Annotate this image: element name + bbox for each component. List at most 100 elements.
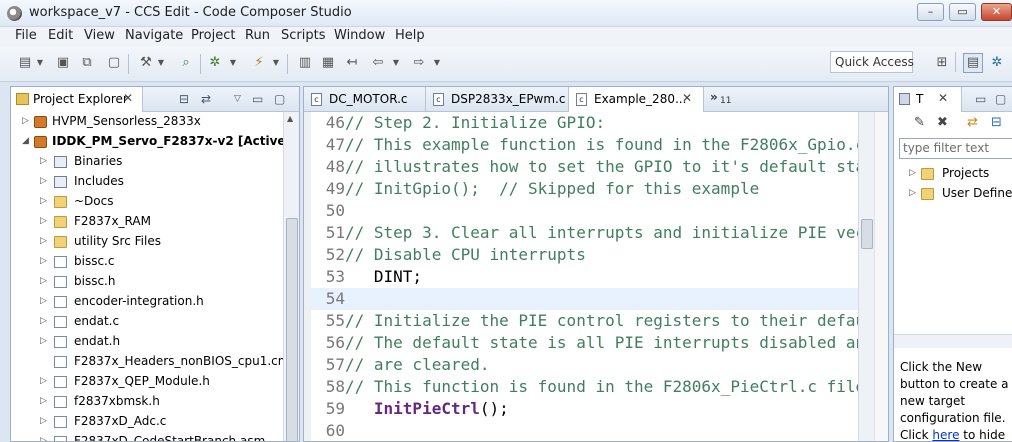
print-icon[interactable]: ▢ [106,55,122,71]
tab-example-280x[interactable]: c Example_280... ✕ [569,87,704,112]
scroll-up-icon[interactable]: ▲ [287,114,293,123]
tree-item[interactable]: ▷ F2837x_RAM [11,212,283,232]
twisty-icon[interactable]: ▷ [40,176,47,186]
minimize-view-icon[interactable]: ▭ [975,92,986,106]
tree-item[interactable]: ▷ ~Docs [11,192,283,212]
close-icon[interactable]: ✕ [682,91,692,105]
tree-item[interactable]: ▷ utility Src Files [11,232,283,252]
tab-overflow-icon[interactable]: » [710,90,718,104]
collapse-all-icon[interactable]: ⊟ [991,115,1002,130]
back-dropdown-icon[interactable]: ▼ [391,55,401,71]
flash-icon[interactable]: ⚡ [251,55,267,71]
help-link[interactable]: here [932,428,959,441]
menu-view[interactable]: View [84,28,115,43]
tab-project-explorer[interactable]: Project Explorer ✕ [11,87,143,112]
menu-project[interactable]: Project [191,28,235,43]
tree-item[interactable]: ▷ Includes [11,172,283,192]
new-dropdown-icon[interactable]: ▼ [35,55,45,71]
link-icon[interactable]: ⇄ [967,115,978,130]
menu-help[interactable]: Help [395,28,425,43]
restore-button[interactable]: ▭ [949,3,976,21]
collapse-all-icon[interactable]: ⊟ [179,92,189,106]
tree-item[interactable]: ▷ bissc.h [11,272,283,292]
tree-item[interactable]: ▷ endat.c [11,312,283,332]
scrollbar-thumb[interactable] [286,218,298,441]
maximize-view-icon[interactable]: ▢ [995,92,1006,106]
twisty-icon[interactable]: ▷ [40,236,47,246]
tree-item[interactable]: ▷ Binaries [11,152,283,172]
editor-scrollbar[interactable] [858,112,874,441]
code-area[interactable]: 46// Step 2. Initialize GPIO: 47// This … [304,112,858,441]
twisty-icon[interactable]: ▷ [40,376,47,386]
tab-target-configurations[interactable]: T ✕ [894,87,962,112]
tab-dc-motor[interactable]: c DC_MOTOR.c [304,87,426,112]
maximize-view-icon[interactable]: ▢ [274,92,285,106]
twisty-icon[interactable]: ▷ [40,336,47,346]
twisty-icon[interactable]: ▷ [22,116,29,126]
tree-item[interactable]: ▷ encoder-integration.h [11,292,283,312]
twisty-icon[interactable]: ▷ [40,316,47,326]
new-target-config-icon[interactable]: ✎ [914,115,925,130]
menu-run[interactable]: Run [245,28,270,43]
twisty-icon[interactable]: ◢ [22,136,29,146]
debug-perspective-icon[interactable]: ✲ [989,55,1005,71]
menu-edit[interactable]: Edit [48,28,73,43]
tree-item[interactable]: ▷ F2837x_QEP_Module.h [11,372,283,392]
minimize-button[interactable]: – [917,3,944,21]
save-all-icon[interactable]: ⧉ [79,55,95,71]
overview-ruler[interactable] [874,112,888,441]
tree-item[interactable]: ▷ F2837xD_Adc.c [11,412,283,432]
tab-dsp2833x-epwm[interactable]: c DSP2833x_EPwm.c [426,87,569,112]
filter-input[interactable]: type filter text [899,138,1012,159]
link-editor-icon[interactable]: ⇄ [201,92,211,106]
target-view-hscrollbar[interactable] [894,334,1012,348]
twisty-icon[interactable]: ▷ [40,196,47,206]
twisty-icon[interactable]: ▷ [40,216,47,226]
debug-bug-icon[interactable]: ✲ [207,55,223,71]
twisty-icon[interactable]: ▷ [40,156,47,166]
twisty-icon[interactable]: ▷ [40,256,47,266]
tree-item-active-project[interactable]: ◢ IDDK_PM_Servo_F2837x-v2 [Active - [11,132,283,152]
project-explorer-scrollbar[interactable]: ▲ [283,112,299,441]
search-icon[interactable]: ⌕ [178,55,194,71]
menu-navigate[interactable]: Navigate [125,28,183,43]
tree-item[interactable]: ▷ F2837xD_CodeStartBranch.asm [11,432,283,441]
menu-file[interactable]: File [15,28,37,43]
close-button[interactable]: ✕ [981,3,1012,21]
tree-item[interactable]: ▷ endat.h [11,332,283,352]
tree-item[interactable]: ▷ bissc.c [11,252,283,272]
last-edit-icon[interactable]: ↤ [344,55,360,71]
twisty-icon[interactable]: ▷ [909,168,916,178]
delete-icon[interactable]: ✖ [937,115,948,130]
forward-arrow-icon[interactable]: ⇨ [411,55,427,71]
open-perspective-icon[interactable]: ⊞ [934,55,950,71]
twisty-icon[interactable]: ▷ [40,276,47,286]
forward-dropdown-icon[interactable]: ▼ [432,55,442,71]
ccs-app-icon[interactable] [7,6,22,21]
twisty-icon[interactable]: ▷ [40,436,47,441]
build-dropdown-icon[interactable]: ▼ [156,55,166,71]
menu-window[interactable]: Window [334,28,385,43]
tree-item[interactable]: F2837x_Headers_nonBIOS_cpu1.cmd [11,352,283,372]
close-icon[interactable]: ✕ [938,91,948,105]
toggle-mark-icon[interactable]: ▥ [297,55,313,71]
twisty-icon[interactable]: ▷ [40,416,47,426]
quick-access-input[interactable]: Quick Access [830,51,914,73]
build-hammer-icon[interactable]: ⚒ [138,55,154,71]
back-arrow-icon[interactable]: ⇦ [370,55,386,71]
debug-dropdown-icon[interactable]: ▼ [228,55,238,71]
menu-scripts[interactable]: Scripts [281,28,325,43]
scrollbar-thumb[interactable] [861,219,873,249]
twisty-icon[interactable]: ▷ [909,188,916,198]
view-menu-icon[interactable]: ▽ [234,94,241,104]
edit-perspective-icon[interactable]: ▤ [963,53,983,73]
tree-item[interactable]: ▷ f2837xbmsk.h [11,392,283,412]
toggle-block-icon[interactable]: ▦ [320,55,336,71]
new-icon[interactable]: ▤ [17,55,33,71]
tree-item[interactable]: ▷ HVPM_Sensorless_2833x [11,112,283,132]
save-icon[interactable]: ▣ [55,55,71,71]
twisty-icon[interactable]: ▷ [40,396,47,406]
flash-dropdown-icon[interactable]: ▼ [271,55,281,71]
minimize-view-icon[interactable]: ▭ [252,92,263,106]
twisty-icon[interactable]: ▷ [40,296,47,306]
